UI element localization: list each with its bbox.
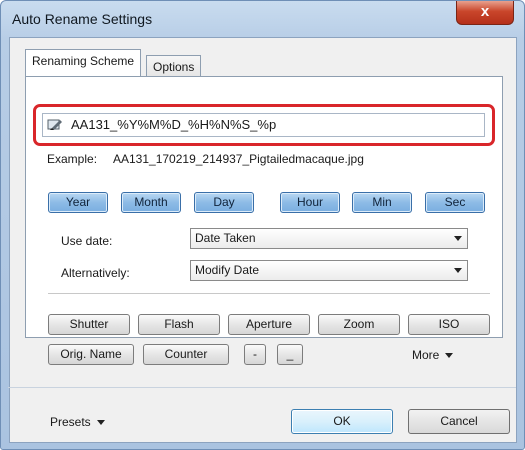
- token-sec-button[interactable]: Sec: [425, 192, 485, 213]
- token-shutter-label: Shutter: [69, 317, 109, 331]
- use-date-value: Date Taken: [195, 231, 256, 245]
- token-day-button[interactable]: Day: [194, 192, 254, 213]
- scheme-highlight: AA131_%Y%M%D_%H%N%S_%p: [33, 104, 495, 146]
- example-value: AA131_170219_214937_Pigtailedmacaque.jpg: [113, 152, 364, 166]
- token-month-label: Month: [134, 195, 168, 209]
- token-underscore-button[interactable]: _: [277, 344, 303, 365]
- token-counter-button[interactable]: Counter: [143, 344, 229, 365]
- token-year-label: Year: [65, 195, 91, 209]
- token-hour-label: Hour: [296, 195, 323, 209]
- token-day-label: Day: [213, 195, 235, 209]
- tab-renaming-scheme[interactable]: Renaming Scheme: [25, 49, 142, 76]
- token-min-label: Min: [372, 195, 392, 209]
- more-label: More: [412, 348, 440, 362]
- token-year-button[interactable]: Year: [48, 192, 108, 213]
- token-hour-button[interactable]: Hour: [280, 192, 340, 213]
- cancel-label: Cancel: [440, 414, 478, 428]
- token-iso-label: ISO: [438, 317, 460, 331]
- close-icon: x: [480, 3, 490, 20]
- tab-options[interactable]: Options: [146, 55, 202, 78]
- token-sec-label: Sec: [444, 195, 466, 209]
- title-bar[interactable]: Auto Rename Settings x: [1, 1, 524, 37]
- use-date-label: Use date:: [61, 234, 113, 248]
- presets-menu[interactable]: Presets: [50, 415, 105, 429]
- token-orig-name-button[interactable]: Orig. Name: [48, 344, 134, 365]
- chevron-down-icon: [454, 268, 462, 273]
- token-dash-label: -: [253, 347, 257, 361]
- separator: [48, 293, 490, 294]
- token-zoom-label: Zoom: [343, 317, 375, 331]
- tab-renaming-scheme-label: Renaming Scheme: [32, 54, 135, 68]
- token-dash-button[interactable]: -: [244, 344, 266, 365]
- pencil-icon: [47, 119, 62, 130]
- alternatively-select[interactable]: Modify Date: [190, 260, 468, 281]
- token-flash-label: Flash: [164, 317, 194, 331]
- presets-label: Presets: [50, 415, 91, 429]
- token-iso-button[interactable]: ISO: [408, 314, 490, 335]
- footer-separator: [8, 387, 516, 388]
- close-button[interactable]: x: [456, 1, 514, 25]
- token-shutter-button[interactable]: Shutter: [48, 314, 130, 335]
- scheme-value: AA131_%Y%M%D_%H%N%S_%p: [71, 117, 277, 132]
- window-title: Auto Rename Settings: [12, 11, 153, 27]
- cancel-button[interactable]: Cancel: [408, 409, 510, 434]
- token-counter-label: Counter: [164, 347, 208, 361]
- triangle-down-icon: [96, 420, 105, 425]
- token-month-button[interactable]: Month: [121, 192, 181, 213]
- ok-label: OK: [333, 414, 351, 428]
- triangle-down-icon: [445, 353, 454, 358]
- ok-button[interactable]: OK: [291, 409, 393, 434]
- token-aperture-button[interactable]: Aperture: [228, 314, 310, 335]
- token-flash-button[interactable]: Flash: [138, 314, 220, 335]
- token-orig-name-label: Orig. Name: [60, 347, 122, 361]
- scheme-input[interactable]: AA131_%Y%M%D_%H%N%S_%p: [42, 113, 485, 137]
- token-underscore-label: _: [286, 347, 294, 361]
- alternatively-label: Alternatively:: [61, 266, 130, 280]
- tab-options-label: Options: [153, 60, 195, 74]
- use-date-select[interactable]: Date Taken: [190, 228, 468, 249]
- token-aperture-label: Aperture: [245, 317, 293, 331]
- more-menu[interactable]: More: [412, 348, 454, 362]
- token-min-button[interactable]: Min: [352, 192, 412, 213]
- chevron-down-icon: [454, 236, 462, 241]
- token-zoom-button[interactable]: Zoom: [318, 314, 400, 335]
- example-label: Example:: [47, 152, 98, 166]
- alternatively-value: Modify Date: [195, 263, 260, 277]
